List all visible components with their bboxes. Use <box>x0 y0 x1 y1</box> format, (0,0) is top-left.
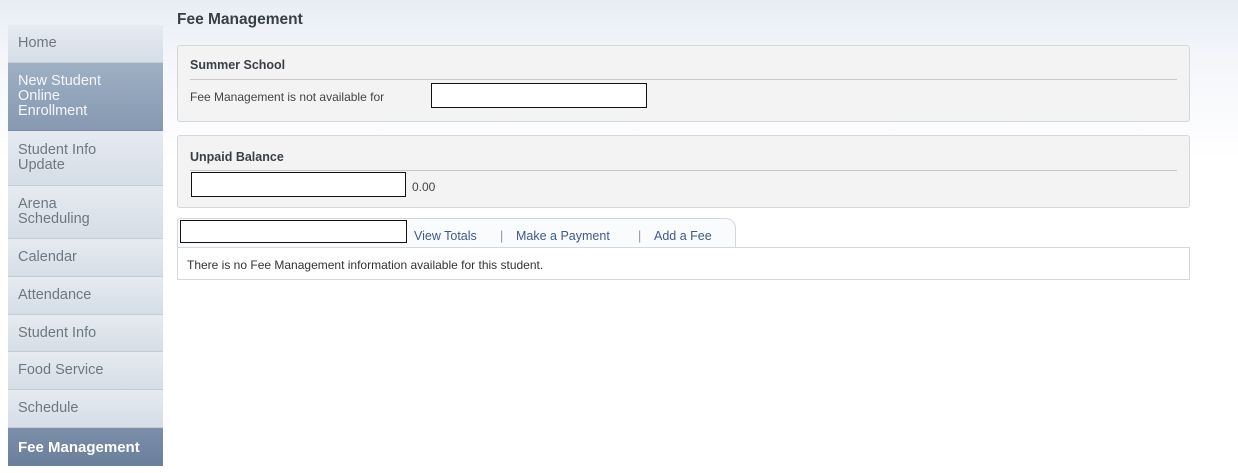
sidebar-item-label: Arena Scheduling <box>18 196 90 227</box>
fee-info-box: There is no Fee Management information a… <box>177 247 1190 280</box>
panel-divider <box>190 79 1177 80</box>
unpaid-balance-heading: Unpaid Balance <box>190 150 284 164</box>
sidebar-item-home[interactable]: Home <box>8 25 163 63</box>
sidebar-item-label: New Student Online Enrollment <box>18 73 102 119</box>
add-fee-link[interactable]: Add a Fee <box>654 229 712 243</box>
redacted-field <box>191 172 406 197</box>
sidebar-item-label: Fee Management <box>18 438 140 456</box>
summer-school-message: Fee Management is not available for <box>190 90 385 104</box>
view-totals-link[interactable]: View Totals <box>414 229 477 243</box>
page: Home New Student Online Enrollment Stude… <box>0 0 1238 473</box>
fee-tab: View Totals | Make a Payment | Add a Fee <box>177 218 736 248</box>
sidebar-item-label: Calendar <box>18 249 77 265</box>
summer-school-heading: Summer School <box>190 58 286 72</box>
redacted-field <box>431 83 647 108</box>
sidebar-item-label: Schedule <box>18 400 79 416</box>
tab-separator: | <box>638 229 642 243</box>
sidebar-item-arena-scheduling[interactable]: Arena Scheduling <box>8 186 163 239</box>
redacted-field <box>180 220 407 243</box>
sidebar-item-new-student-online-enrollment[interactable]: New Student Online Enrollment <box>8 63 163 131</box>
sidebar-nav: Home New Student Online Enrollment Stude… <box>8 25 163 473</box>
sidebar-item-label: Student Info <box>18 324 97 341</box>
unpaid-balance-amount: 0.00 <box>412 180 436 194</box>
no-fee-info-message: There is no Fee Management information a… <box>187 258 544 272</box>
panel-divider <box>190 170 1177 171</box>
sidebar-item-schedule[interactable]: Schedule <box>8 390 163 428</box>
sidebar-item-label: Attendance <box>18 287 92 303</box>
sidebar-item-student-info-update[interactable]: Student Info Update <box>8 131 163 186</box>
sidebar-item-fee-management[interactable]: Fee Management <box>8 428 163 466</box>
sidebar-item-student-info[interactable]: Student Info <box>8 315 163 352</box>
sidebar-item-label: Food Service <box>18 362 104 378</box>
page-title: Fee Management <box>177 11 303 28</box>
sidebar-item-label: Home <box>18 35 57 51</box>
sidebar-item-food-service[interactable]: Food Service <box>8 352 163 390</box>
sidebar-item-calendar[interactable]: Calendar <box>8 239 163 277</box>
sidebar-item-attendance[interactable]: Attendance <box>8 277 163 315</box>
unpaid-balance-panel: Unpaid Balance 0.00 <box>177 135 1190 208</box>
sidebar-item-label: Student Info Update <box>18 142 97 173</box>
summer-school-panel: Summer School Fee Management is not avai… <box>177 45 1190 122</box>
tab-separator: | <box>500 229 504 243</box>
make-payment-link[interactable]: Make a Payment <box>516 229 610 243</box>
